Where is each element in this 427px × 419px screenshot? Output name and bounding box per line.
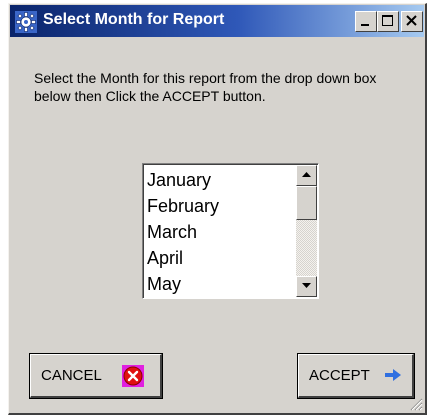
resize-grip-icon[interactable]	[409, 397, 423, 411]
scroll-thumb[interactable]	[296, 186, 317, 220]
close-button[interactable]	[401, 11, 423, 32]
instructions-text: Select the Month for this report from th…	[34, 70, 377, 104]
list-item-january[interactable]: January	[147, 167, 219, 193]
maximize-button[interactable]	[377, 11, 399, 32]
accept-button[interactable]: ACCEPT	[298, 354, 414, 398]
vertical-scrollbar[interactable]	[296, 165, 317, 297]
minimize-button[interactable]	[355, 11, 377, 32]
list-item-february[interactable]: February	[147, 193, 219, 219]
gear-icon[interactable]	[15, 11, 37, 33]
minimize-icon	[361, 24, 369, 26]
list-item-may[interactable]: May	[147, 271, 219, 297]
month-listbox[interactable]: January February March April May	[142, 163, 319, 299]
cancel-x-icon	[122, 365, 144, 391]
triangle-up-icon	[302, 172, 311, 177]
maximize-icon	[382, 15, 393, 26]
close-icon	[406, 15, 417, 26]
arrow-right-icon	[384, 368, 402, 386]
triangle-down-icon	[302, 283, 311, 288]
title-bar[interactable]: Select Month for Report	[10, 5, 424, 37]
cancel-button[interactable]: CANCEL	[30, 354, 162, 398]
accept-button-label: ACCEPT	[309, 367, 370, 384]
list-item-march[interactable]: March	[147, 219, 219, 245]
scroll-down-button[interactable]	[296, 276, 317, 297]
list-item-april[interactable]: April	[147, 245, 219, 271]
window-title: Select Month for Report	[43, 11, 225, 28]
dialog-window: Select Month for Report Select the Month…	[8, 3, 427, 415]
scroll-up-button[interactable]	[296, 165, 317, 186]
cancel-button-label: CANCEL	[41, 367, 102, 384]
